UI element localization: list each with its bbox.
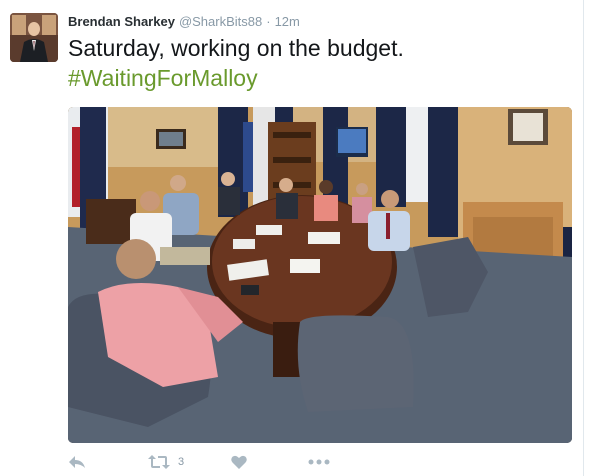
retweet-count: 3 — [178, 456, 185, 468]
more-icon — [308, 459, 330, 465]
timestamp[interactable]: 12m — [275, 14, 300, 29]
hashtag-link[interactable]: #WaitingForMalloy — [68, 63, 568, 93]
like-button[interactable] — [231, 452, 247, 472]
tweet-actions: 3 — [68, 452, 388, 472]
author-name[interactable]: Brendan Sharkey — [68, 14, 175, 29]
divider — [583, 0, 584, 476]
more-button[interactable] — [308, 452, 330, 472]
heart-icon — [231, 455, 247, 469]
reply-button[interactable] — [68, 452, 86, 472]
avatar[interactable] — [10, 13, 58, 62]
tweet-photo[interactable] — [68, 107, 572, 443]
retweet-icon — [148, 455, 170, 469]
tweet-card: Brendan Sharkey @SharkBits88 · 12m Saturday… — [0, 0, 589, 476]
tweet-text: Saturday, working on the budget. #Waitin… — [68, 33, 568, 93]
photo-image — [68, 107, 572, 443]
author-screen-name[interactable]: @SharkBits88 — [179, 14, 262, 29]
reply-icon — [69, 456, 85, 468]
tweet-text-body: Saturday, working on the budget. — [68, 35, 404, 61]
avatar-image — [10, 13, 58, 62]
retweet-button[interactable]: 3 — [148, 452, 184, 472]
tweet-header: Brendan Sharkey @SharkBits88 · 12m — [68, 13, 300, 31]
separator: · — [266, 14, 271, 29]
